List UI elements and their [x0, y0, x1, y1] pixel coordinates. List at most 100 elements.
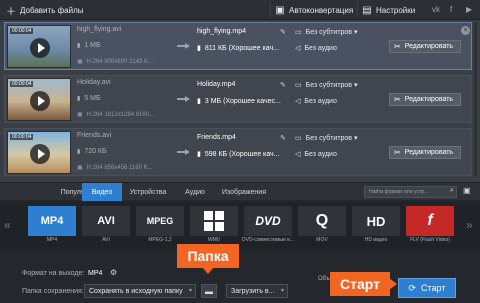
remove-file-icon[interactable]: ×	[461, 26, 470, 35]
source-file-name: Friends.avi	[77, 132, 112, 139]
format-mov[interactable]: Q MOV	[294, 204, 350, 248]
plus-icon: ＋	[6, 6, 16, 18]
output-file-size[interactable]: ▮ 598 КБ (Хорошее кач...	[197, 150, 279, 158]
carousel-prev-icon[interactable]: «	[4, 218, 11, 232]
search-icon[interactable]: ⌕	[450, 187, 454, 195]
format-avi[interactable]: AVI AVI	[78, 204, 134, 248]
autoconversion-button[interactable]: ▣ Автоконвертация	[270, 2, 354, 18]
windows-media-logo	[190, 206, 238, 236]
file-icon: ▮	[77, 96, 81, 102]
file-list: 00:00:04 high_flying.avi ▮ 1 МБ ▣ H.264 90…	[0, 20, 480, 182]
output-file-size[interactable]: ▮ 3 МБ (Хорошее качес...	[197, 97, 281, 105]
start-callout: Старт	[330, 272, 397, 296]
duration-label: 00:00:04	[10, 28, 34, 34]
chevron-down-icon: ▾	[280, 288, 284, 294]
format-mp4[interactable]: MP4 MP4	[24, 204, 80, 248]
settings-icon: ▤	[362, 4, 372, 16]
video-thumbnail[interactable]: 00:00:04	[7, 131, 71, 174]
play-icon[interactable]	[30, 144, 50, 164]
format-caption: DVD-совместимые в...	[242, 237, 294, 243]
hd-logo: HD	[352, 206, 400, 236]
edit-button[interactable]: ✂ Редактировать	[389, 93, 461, 106]
subtitles-icon: ▭	[295, 135, 302, 142]
file-icon: ▮	[197, 151, 201, 158]
vk-icon[interactable]: vk	[432, 5, 440, 14]
subtitles-dropdown[interactable]: ▭ Без субтитров ▾	[295, 134, 358, 142]
avi-logo: AVI	[82, 206, 130, 236]
facebook-icon[interactable]: f	[450, 5, 452, 14]
refresh-icon: ⟳	[408, 282, 417, 293]
convert-arrow-icon	[177, 149, 191, 155]
convert-arrow-icon	[177, 96, 191, 102]
tab-audio[interactable]: Аудио	[176, 183, 214, 201]
output-format-label: Формат на выходе:	[22, 270, 85, 277]
format-dvd[interactable]: DVD DVD-совместимые в...	[240, 204, 296, 248]
source-file-name: Holiday.avi	[77, 79, 111, 86]
file-row[interactable]: 00:00:04 high_flying.avi ▮ 1 МБ ▣ H.264 90…	[4, 22, 472, 70]
output-file-name[interactable]: high_flying.mp4	[197, 28, 246, 35]
source-file-name: high_flying.avi	[77, 26, 122, 33]
format-caption: HD видео	[364, 237, 388, 243]
rename-pencil-icon[interactable]: ✎	[280, 81, 286, 89]
audio-dropdown[interactable]: ◁ Без аудио	[295, 44, 337, 52]
tab-images[interactable]: Изображения	[216, 183, 272, 201]
mpeg-logo: MPEG	[136, 206, 184, 236]
settings-button[interactable]: ▤ Настройки	[357, 2, 417, 18]
output-file-name[interactable]: Friends.mp4	[197, 134, 236, 141]
rename-pencil-icon[interactable]: ✎	[280, 28, 286, 36]
format-flv[interactable]: f FLV (Flash Video)	[402, 204, 458, 248]
duration-label: 00:00:04	[10, 81, 34, 87]
youtube-icon[interactable]: ▶	[466, 5, 472, 14]
file-icon: ▮	[77, 149, 81, 155]
format-caption: MP4	[46, 237, 58, 243]
mp4-logo: MP4	[28, 206, 76, 236]
video-thumbnail[interactable]: 00:00:04	[7, 25, 71, 68]
file-row[interactable]: 00:00:04 Friends.avi ▮ 720 КБ ▣ H.264 656x…	[4, 128, 472, 176]
source-file-size: ▮ 1 МБ	[77, 42, 101, 49]
add-files-button[interactable]: ＋ Добавить файлы	[2, 2, 102, 18]
subtitles-icon: ▭	[295, 82, 302, 89]
open-folder-button[interactable]: ▬	[201, 284, 217, 298]
format-panel: Популярные Видео Устройства Аудио Изобра…	[0, 182, 480, 303]
folder-icon: ▬	[205, 286, 213, 296]
quicktime-logo: Q	[298, 206, 346, 236]
format-wmv[interactable]: WMV	[186, 204, 242, 248]
subtitles-dropdown[interactable]: ▭ Без субтитров ▾	[295, 28, 358, 36]
carousel-next-icon[interactable]: »	[466, 218, 473, 232]
edit-button[interactable]: ✂ Редактировать	[389, 40, 461, 53]
format-caption: WMV	[207, 237, 221, 243]
subtitles-icon: ▭	[295, 29, 302, 36]
rename-pencil-icon[interactable]: ✎	[280, 134, 286, 142]
scissors-icon: ✂	[394, 148, 401, 157]
tab-devices[interactable]: Устройства	[122, 183, 174, 201]
folder-callout: Папка	[177, 244, 239, 274]
video-icon: ▣	[77, 59, 83, 65]
audio-dropdown[interactable]: ◁ Без аудио	[295, 97, 337, 105]
convert-arrow-icon	[177, 43, 191, 49]
start-button[interactable]: ⟳ Старт	[398, 278, 456, 298]
format-hd[interactable]: HD HD видео	[348, 204, 404, 248]
play-icon[interactable]	[30, 91, 50, 111]
video-thumbnail[interactable]: 00:00:04	[7, 78, 71, 121]
dvd-logo: DVD	[244, 206, 292, 236]
audio-dropdown[interactable]: ◁ Без аудио	[295, 150, 337, 158]
save-folder-label: Папка сохранения:	[22, 288, 84, 295]
subtitles-dropdown[interactable]: ▭ Без субтитров ▾	[295, 81, 358, 89]
output-file-size[interactable]: ▮ 811 КБ (Хорошее кач...	[197, 44, 279, 52]
add-files-label: Добавить файлы	[20, 5, 84, 15]
save-folder-dropdown[interactable]: Сохранять в исходную папку ▾	[84, 284, 196, 298]
device-detect-icon[interactable]: ▣	[463, 186, 471, 195]
upload-to-dropdown[interactable]: Загрузить в... ▾	[226, 284, 288, 298]
file-row[interactable]: 00:00:04 Holiday.avi ▮ 5 МБ ▣ H.264 1812x1…	[4, 75, 472, 123]
tab-video[interactable]: Видео	[82, 183, 122, 201]
format-settings-gear-icon[interactable]: ⚙	[110, 268, 117, 277]
audio-muted-icon: ◁	[295, 151, 301, 158]
edit-button[interactable]: ✂ Редактировать	[389, 146, 461, 159]
play-icon[interactable]	[30, 38, 50, 58]
format-search-input[interactable]: Найти формат или устр...	[364, 186, 457, 198]
output-file-name[interactable]: Holiday.mp4	[197, 81, 235, 88]
file-list-scrollbar[interactable]	[474, 22, 477, 177]
format-mpeg[interactable]: MPEG MPEG-1,2	[132, 204, 188, 248]
format-carousel: « MP4 MP4 AVI AVI MPEG MPEG-1,2 WMV DVD …	[0, 202, 480, 250]
chevron-down-icon: ▾	[188, 288, 192, 294]
